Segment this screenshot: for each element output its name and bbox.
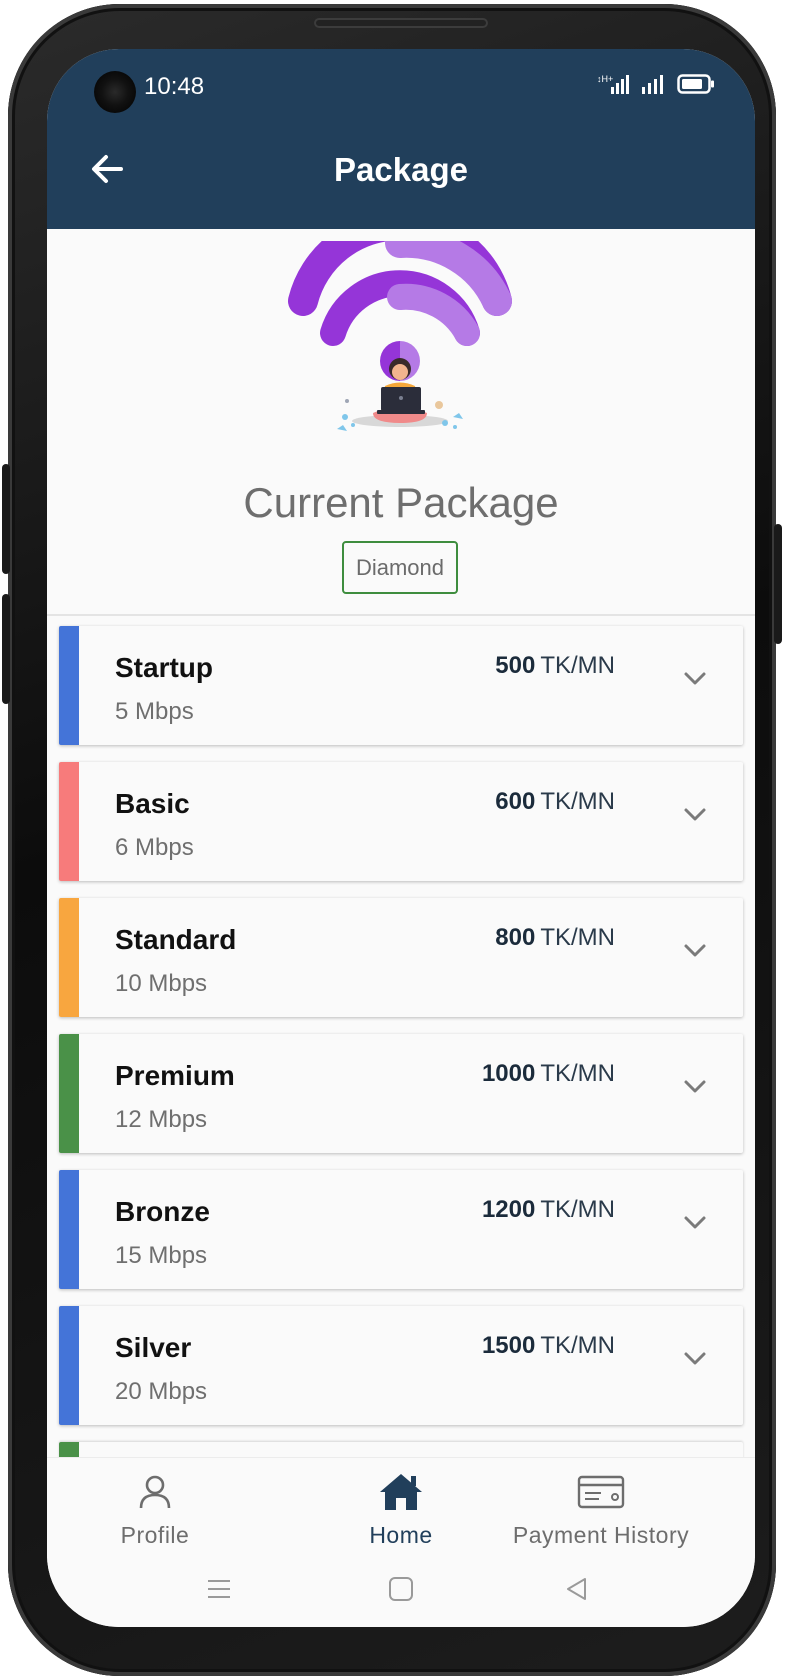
price-amount: 500: [495, 652, 536, 679]
package-price: 600 TK/MN: [495, 788, 615, 816]
app-bar: 10:48 ↕H+ Package: [47, 49, 755, 229]
price-amount: 800: [495, 924, 536, 951]
home-square-icon[interactable]: [387, 1575, 415, 1603]
package-name: Standard: [115, 924, 237, 955]
volume-up-button: [2, 464, 10, 574]
svg-text:↕H+: ↕H+: [597, 74, 613, 84]
package-price: 500 TK/MN: [495, 652, 615, 680]
price-unit: TK/MN: [540, 924, 615, 951]
price-amount: 1200: [481, 1196, 536, 1223]
earpiece-speaker: [314, 18, 488, 28]
nav-label: Payment History: [512, 1522, 690, 1548]
package-name: Bronze: [115, 1196, 210, 1227]
package-card-bronze[interactable]: Bronze 15 Mbps 1200 TK/MN: [59, 1170, 743, 1289]
screen: 10:48 ↕H+ Package Current Package Diamon…: [47, 49, 755, 1627]
chevron-down-icon[interactable]: [681, 664, 709, 692]
person-icon: [139, 1475, 171, 1509]
package-card-startup[interactable]: Startup 5 Mbps 500 TK/MN: [59, 626, 743, 745]
package-speed: 12 Mbps: [115, 1106, 208, 1133]
nav-label: Home: [369, 1522, 433, 1548]
network-type-icon: ↕H+: [597, 74, 629, 94]
package-card-standard[interactable]: Standard 10 Mbps 800 TK/MN: [59, 898, 743, 1017]
package-price: 1500 TK/MN: [482, 1332, 615, 1360]
chevron-down-icon[interactable]: [681, 800, 709, 828]
price-unit: TK/MN: [540, 1196, 615, 1223]
chevron-down-icon[interactable]: [681, 1072, 709, 1100]
package-price: 800 TK/MN: [495, 924, 615, 952]
price-unit: TK/MN: [540, 788, 615, 815]
nav-profile[interactable]: Profile: [95, 1458, 215, 1558]
back-triangle-icon[interactable]: [563, 1575, 591, 1603]
page-title: Package: [334, 151, 468, 188]
credit-card-icon: [577, 1475, 625, 1509]
package-name: Silver: [115, 1332, 192, 1363]
front-camera: [94, 71, 136, 113]
price-unit: TK/MN: [540, 652, 615, 679]
package-price: 1200 TK/MN: [482, 1196, 615, 1224]
current-package-badge: Diamond: [342, 541, 458, 594]
volume-down-button: [2, 594, 10, 704]
package-speed: 5 Mbps: [115, 698, 194, 725]
chevron-down-icon[interactable]: [681, 1344, 709, 1372]
package-card-premium[interactable]: Premium 12 Mbps 1000 TK/MN: [59, 1034, 743, 1153]
system-nav-bar: [47, 1557, 755, 1627]
package-color-bar: [59, 1170, 79, 1289]
wifi-person-laptop-illustration: [288, 241, 512, 431]
package-color-bar: [59, 898, 79, 1017]
power-button: [774, 524, 782, 644]
current-package-label: Current Package: [243, 479, 559, 526]
package-speed: 10 Mbps: [115, 970, 208, 997]
status-time: 10:48: [144, 73, 205, 100]
package-name: Startup: [115, 652, 213, 683]
battery-icon: [677, 74, 714, 94]
package-speed: 15 Mbps: [115, 1242, 208, 1269]
price-amount: 600: [495, 788, 536, 815]
nav-payment-history[interactable]: Payment History: [503, 1458, 699, 1558]
package-card-basic[interactable]: Basic 6 Mbps 600 TK/MN: [59, 762, 743, 881]
home-icon: [380, 1474, 422, 1510]
package-color-bar: [59, 1306, 79, 1425]
price-amount: 1500: [481, 1332, 536, 1359]
chevron-down-icon[interactable]: [681, 936, 709, 964]
bottom-nav: Profile Home Payment History: [47, 1457, 755, 1558]
package-name: Basic: [115, 788, 190, 819]
chevron-down-icon[interactable]: [681, 1208, 709, 1236]
package-speed: 20 Mbps: [115, 1378, 208, 1405]
phone-frame: 10:48 ↕H+ Package Current Package Diamon…: [2, 4, 782, 1676]
package-color-bar: [59, 626, 79, 745]
package-color-bar: [59, 1034, 79, 1153]
package-card-silver[interactable]: Silver 20 Mbps 1500 TK/MN: [59, 1306, 743, 1425]
nav-label: Profile: [120, 1522, 190, 1548]
package-list: Startup 5 Mbps 500 TK/MN Basic 6 Mbps 600…: [59, 626, 743, 1479]
signal-icon: [642, 75, 663, 94]
package-price: 1000 TK/MN: [482, 1060, 615, 1088]
price-unit: TK/MN: [540, 1332, 615, 1359]
package-name: Premium: [115, 1060, 235, 1091]
price-unit: TK/MN: [540, 1060, 615, 1087]
package-color-bar: [59, 762, 79, 881]
status-icons: ↕H+: [597, 73, 715, 95]
price-amount: 1000: [481, 1060, 536, 1087]
nav-home[interactable]: Home: [331, 1458, 471, 1558]
current-package-section: Current Package Diamond: [47, 229, 755, 616]
menu-icon[interactable]: [205, 1575, 233, 1603]
package-speed: 6 Mbps: [115, 834, 194, 861]
